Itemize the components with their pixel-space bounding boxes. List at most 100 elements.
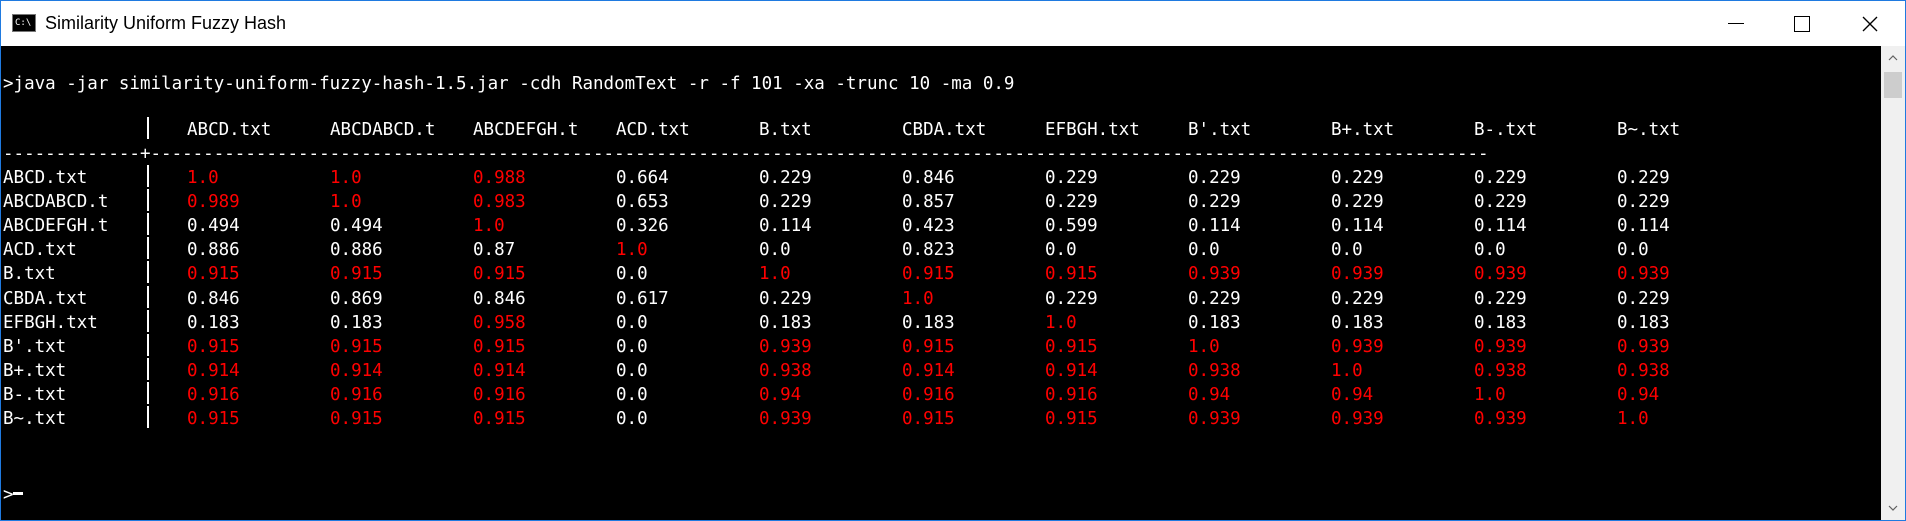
similarity-value: 0.938 bbox=[1617, 360, 1670, 381]
similarity-value: 0.0 bbox=[616, 264, 648, 285]
column-header: CBDA.txt bbox=[902, 120, 987, 140]
similarity-value: 0.94 bbox=[1331, 384, 1374, 405]
similarity-value: 0.229 bbox=[1045, 192, 1098, 213]
similarity-value: 0.939 bbox=[1188, 409, 1241, 429]
similarity-value: 0.229 bbox=[1331, 192, 1384, 213]
table-separator: -------------+--------------------------… bbox=[3, 144, 1489, 164]
column-header: B-.txt bbox=[1474, 120, 1538, 140]
column-header: ABCDABCD.t bbox=[330, 120, 436, 140]
similarity-value: 0.114 bbox=[1331, 216, 1384, 237]
scroll-up-button[interactable] bbox=[1881, 46, 1905, 70]
similarity-value: 0.958 bbox=[473, 312, 526, 333]
similarity-value: 0.494 bbox=[187, 216, 240, 237]
column-divider bbox=[147, 285, 149, 308]
similarity-value: 0.183 bbox=[902, 312, 955, 333]
row-header: B-.txt bbox=[3, 384, 67, 405]
similarity-value: 0.916 bbox=[187, 384, 240, 405]
similarity-value: 0.915 bbox=[187, 264, 240, 285]
similarity-value: 0.229 bbox=[1617, 192, 1670, 213]
cmd-icon[interactable]: C:\ bbox=[12, 14, 36, 32]
similarity-value: 0.869 bbox=[330, 288, 383, 309]
column-divider bbox=[147, 261, 149, 284]
row-header: B~.txt bbox=[3, 409, 67, 429]
similarity-value: 0.989 bbox=[187, 192, 240, 213]
similarity-value: 0.229 bbox=[1331, 168, 1384, 188]
similarity-value: 0.915 bbox=[330, 336, 383, 357]
similarity-value: 0.915 bbox=[473, 264, 526, 285]
maximize-button[interactable] bbox=[1769, 1, 1835, 46]
column-divider bbox=[147, 165, 149, 187]
column-header: B'.txt bbox=[1188, 120, 1252, 140]
row-header: ABCD.txt bbox=[3, 168, 88, 188]
similarity-value: 0.0 bbox=[1474, 240, 1506, 261]
similarity-value: 0.915 bbox=[902, 264, 955, 285]
similarity-value: 0.915 bbox=[187, 336, 240, 357]
similarity-value: 0.229 bbox=[759, 192, 812, 213]
minimize-button[interactable] bbox=[1703, 1, 1769, 46]
similarity-value: 0.183 bbox=[759, 312, 812, 333]
similarity-value: 0.846 bbox=[902, 168, 955, 188]
similarity-value: 0.846 bbox=[187, 288, 240, 309]
similarity-value: 0.229 bbox=[1617, 168, 1670, 188]
row-header: B'.txt bbox=[3, 336, 67, 357]
similarity-value: 0.938 bbox=[1188, 360, 1241, 381]
table-row: B'.txt 0.915 0.915 0.915 0.0 0.939 0.915 0.915 1… bbox=[3, 333, 1873, 359]
console-window: C:\ Similarity Uniform Fuzzy Hash >java … bbox=[0, 0, 1906, 521]
similarity-value: 0.915 bbox=[330, 409, 383, 429]
vertical-scrollbar[interactable] bbox=[1881, 46, 1905, 520]
column-divider bbox=[147, 357, 149, 380]
similarity-value: 0.939 bbox=[1331, 409, 1384, 429]
similarity-value: 0.229 bbox=[1188, 192, 1241, 213]
similarity-value: 0.229 bbox=[1331, 288, 1384, 309]
table-row: ABCDEFGH.t 0.494 0.494 1.0 0.326 0.114 0.423 0.… bbox=[3, 213, 1873, 238]
scroll-down-button[interactable] bbox=[1881, 496, 1905, 520]
similarity-value: 1.0 bbox=[759, 264, 791, 285]
similarity-value: 0.915 bbox=[473, 336, 526, 357]
similarity-value: 0.939 bbox=[1474, 336, 1527, 357]
similarity-value: 0.938 bbox=[1474, 360, 1527, 381]
close-button[interactable] bbox=[1837, 1, 1903, 46]
similarity-value: 0.0 bbox=[616, 384, 648, 405]
similarity-value: 0.916 bbox=[1045, 384, 1098, 405]
column-divider bbox=[147, 237, 149, 260]
column-header: ACD.txt bbox=[616, 120, 690, 140]
column-divider bbox=[147, 406, 149, 428]
console-output[interactable]: >java -jar similarity-uniform-fuzzy-hash… bbox=[1, 46, 1881, 520]
similarity-value: 0.114 bbox=[759, 216, 812, 237]
scroll-thumb[interactable] bbox=[1884, 72, 1902, 98]
similarity-value: 0.939 bbox=[759, 409, 812, 429]
similarity-value: 0.915 bbox=[187, 409, 240, 429]
similarity-value: 0.0 bbox=[1617, 240, 1649, 261]
column-divider bbox=[147, 381, 149, 404]
table-row: B+.txt 0.914 0.914 0.914 0.0 0.938 0.914 0.914 0… bbox=[3, 357, 1873, 383]
similarity-value: 1.0 bbox=[330, 168, 362, 188]
similarity-value: 0.114 bbox=[1474, 216, 1527, 237]
similarity-value: 0.0 bbox=[1331, 240, 1363, 261]
row-header: ACD.txt bbox=[3, 240, 77, 261]
similarity-value: 0.229 bbox=[1045, 288, 1098, 309]
table-header-row: ABCD.txt ABCDABCD.t ABCDEFGH.t ACD.txt B.txt… bbox=[3, 117, 1873, 142]
column-header: B~.txt bbox=[1617, 120, 1681, 140]
similarity-value: 1.0 bbox=[1045, 312, 1077, 333]
row-header: EFBGH.txt bbox=[3, 312, 98, 333]
table-row: ABCD.txt 1.0 1.0 0.988 0.664 0.229 0.846 0.229 0… bbox=[3, 165, 1873, 190]
column-divider bbox=[147, 333, 149, 356]
similarity-value: 1.0 bbox=[187, 168, 219, 188]
title-bar[interactable]: C:\ Similarity Uniform Fuzzy Hash bbox=[1, 1, 1905, 46]
table-row: B~.txt 0.915 0.915 0.915 0.0 0.939 0.915 0.915 0… bbox=[3, 406, 1873, 431]
similarity-value: 0.939 bbox=[1474, 264, 1527, 285]
similarity-value: 0.183 bbox=[1188, 312, 1241, 333]
similarity-value: 0.846 bbox=[473, 288, 526, 309]
similarity-value: 0.94 bbox=[1617, 384, 1660, 405]
similarity-value: 0.494 bbox=[330, 216, 383, 237]
similarity-value: 0.939 bbox=[1474, 409, 1527, 429]
similarity-value: 0.915 bbox=[1045, 336, 1098, 357]
similarity-value: 0.664 bbox=[616, 168, 669, 188]
similarity-value: 0.916 bbox=[330, 384, 383, 405]
similarity-value: 0.916 bbox=[473, 384, 526, 405]
table-row: CBDA.txt 0.846 0.869 0.846 0.617 0.229 1.0 0.22… bbox=[3, 285, 1873, 311]
similarity-value: 0.915 bbox=[902, 336, 955, 357]
table-row: EFBGH.txt 0.183 0.183 0.958 0.0 0.183 0.183 1.0… bbox=[3, 309, 1873, 335]
similarity-value: 0.916 bbox=[902, 384, 955, 405]
similarity-value: 0.229 bbox=[759, 288, 812, 309]
